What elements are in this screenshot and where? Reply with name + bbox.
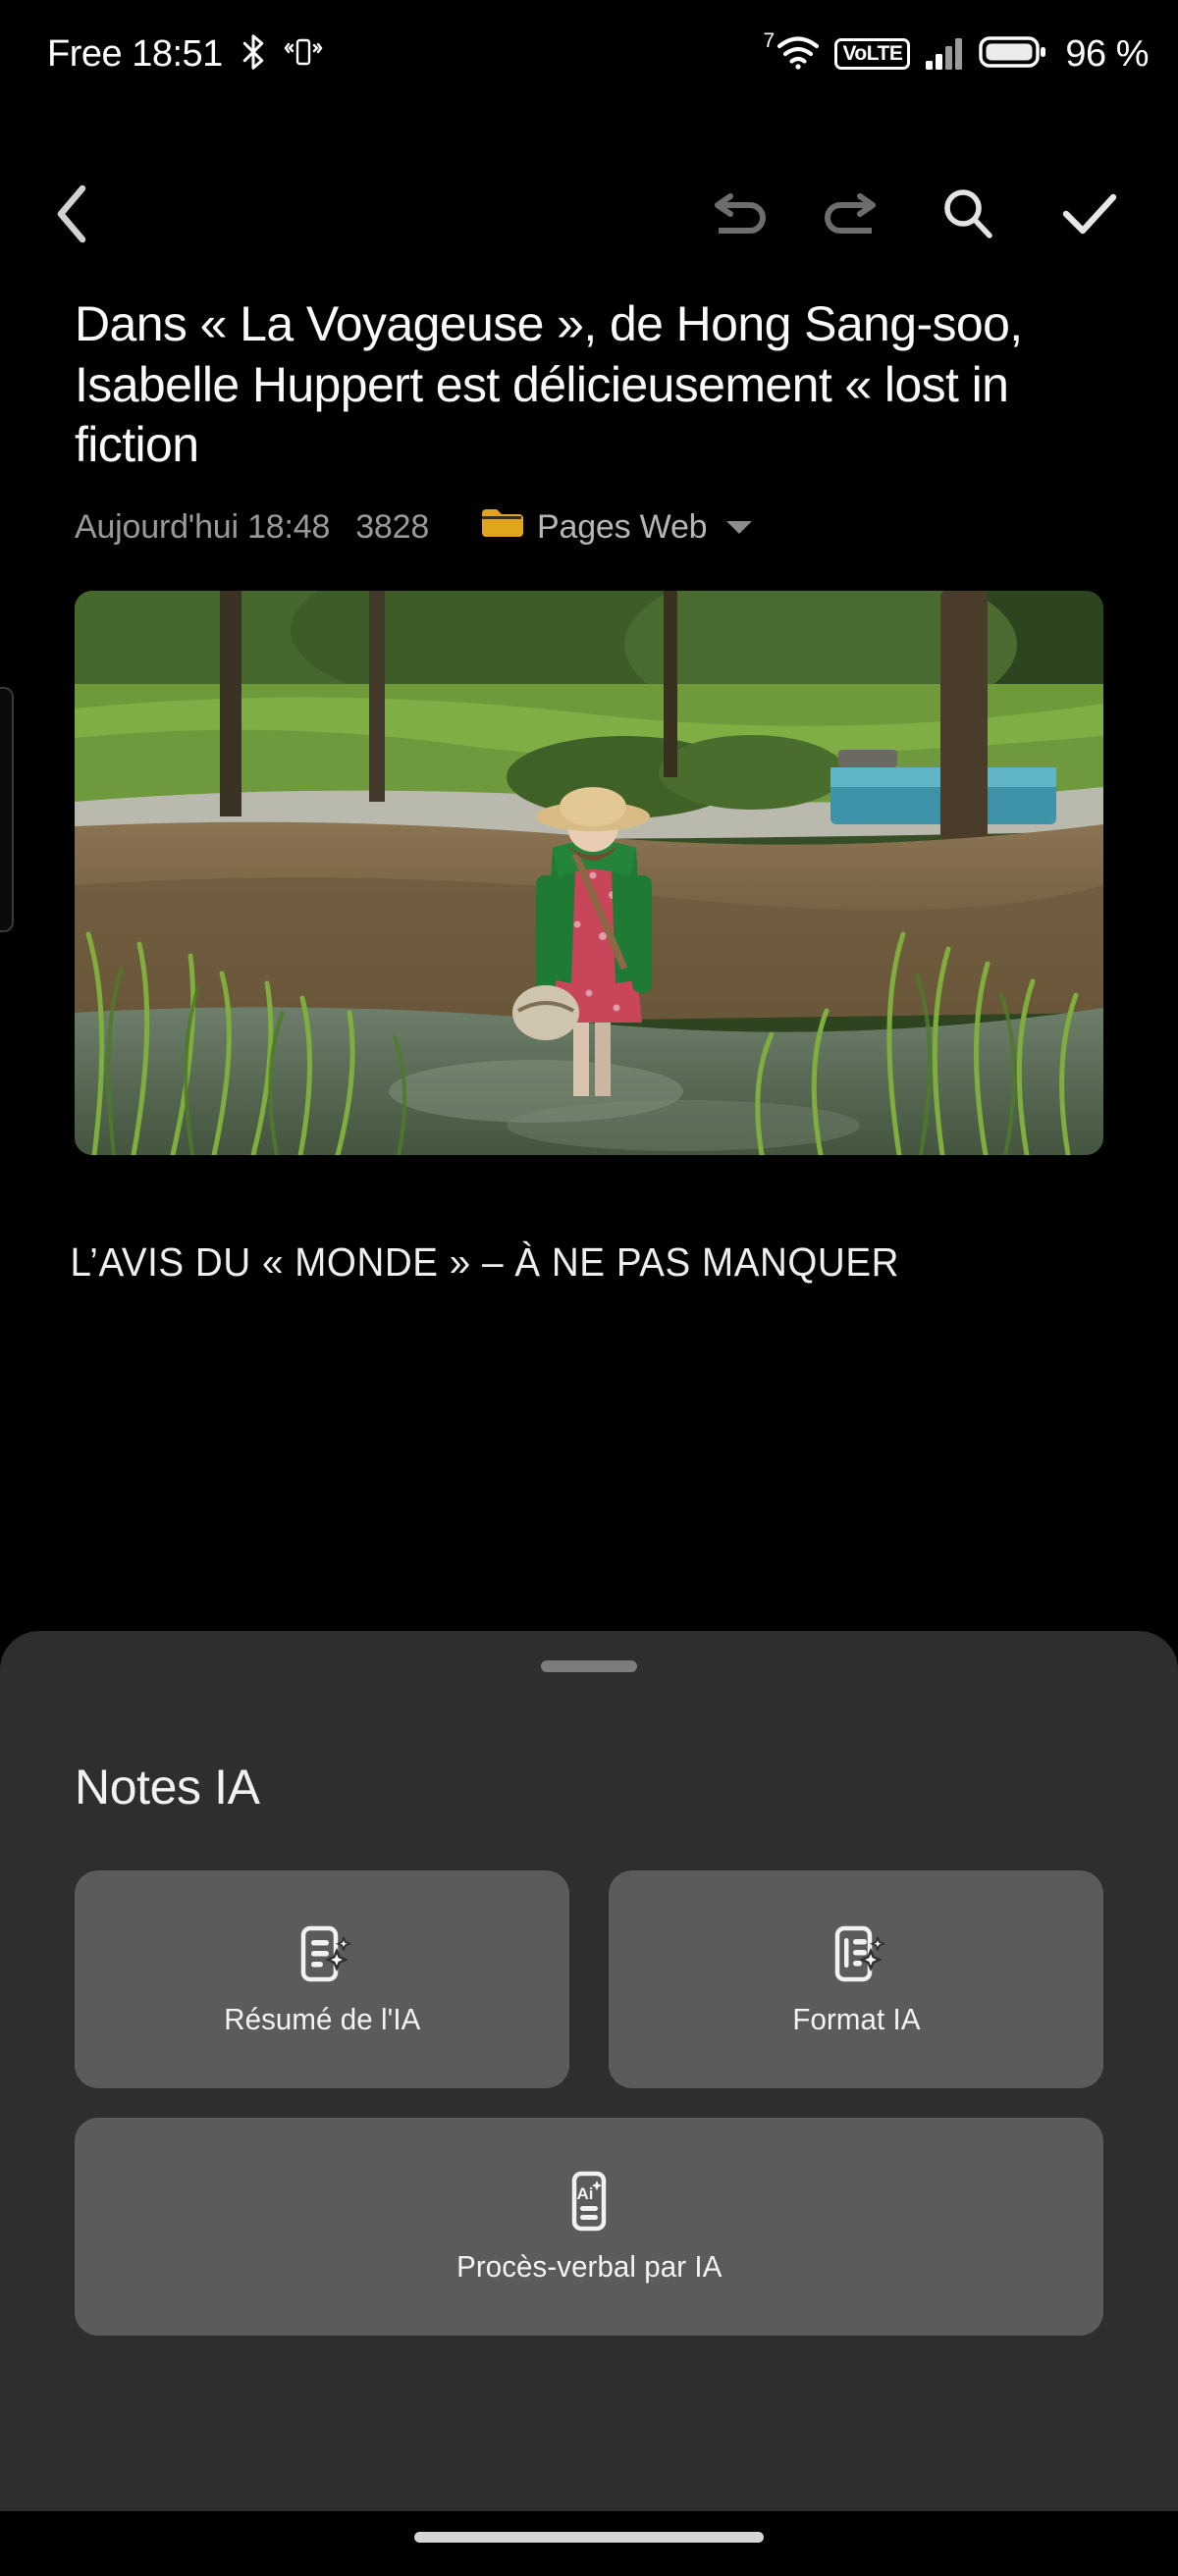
status-bar: Free 18:51 7 VoLTE 96 % <box>0 0 1178 108</box>
note-date: Aujourd'hui 18:48 <box>75 507 331 546</box>
status-bar-left: Free 18:51 <box>47 32 323 77</box>
volte-badge: VoLTE <box>834 38 911 70</box>
ai-summary-label: Résumé de l'IA <box>223 2002 421 2036</box>
note-folder-name: Pages Web <box>537 507 708 546</box>
undo-icon <box>710 188 771 244</box>
ai-action-grid: Résumé de l'IA Format IA Ai Procès-verba… <box>0 1870 1178 2336</box>
drag-handle[interactable] <box>541 1660 637 1672</box>
ai-minutes-icon: Ai <box>557 2169 621 2234</box>
note-metadata: Aujourd'hui 18:48 3828 Pages Web <box>0 505 1178 550</box>
ai-format-icon <box>824 1921 888 1986</box>
svg-text:Ai: Ai <box>577 2184 594 2203</box>
redo-icon <box>820 188 881 244</box>
battery-icon <box>979 33 1047 76</box>
hero-image-illustration <box>75 590 1103 1155</box>
wifi-icon: 7 <box>763 30 821 75</box>
undo-button[interactable] <box>693 170 787 264</box>
confirm-button[interactable] <box>1043 170 1137 264</box>
search-button[interactable] <box>921 170 1015 264</box>
vibrate-icon <box>284 33 323 76</box>
back-button[interactable] <box>26 170 120 264</box>
sheet-title: Notes IA <box>75 1760 260 1814</box>
note-title: Dans « La Voyageuse », de Hong Sang-soo,… <box>75 296 1023 472</box>
ai-minutes-label: Procès-verbal par IA <box>455 2249 723 2284</box>
wifi-generation-label: 7 <box>763 28 776 52</box>
folder-icon <box>480 505 524 550</box>
cellular-signal-icon <box>924 33 965 76</box>
system-navigation-bar <box>0 2511 1178 2576</box>
note-hero-image[interactable] <box>75 590 1103 1155</box>
ai-summary-button[interactable]: Résumé de l'IA <box>75 1870 569 2088</box>
ai-action-row-2: Ai Procès-verbal par IA <box>75 2118 1103 2336</box>
bluetooth-icon <box>239 32 268 77</box>
home-gesture-pill[interactable] <box>414 2532 764 2543</box>
search-icon <box>939 185 996 247</box>
editor-toolbar <box>0 165 1178 268</box>
note-word-count: 3828 <box>355 507 430 546</box>
ai-minutes-button[interactable]: Ai Procès-verbal par IA <box>75 2118 1103 2336</box>
note-content: Dans « La Voyageuse », de Hong Sang-soo,… <box>0 294 1178 1290</box>
ai-notes-sheet: Notes IA Résumé de l'IA Format IA Ai Pro… <box>0 1631 1178 2512</box>
phone-screen: Free 18:51 7 VoLTE 96 % Dans « La Voyage… <box>0 0 1178 2576</box>
note-body-paragraph: L’AVIS DU « MONDE » – À NE PAS MANQUER <box>70 1238 900 1285</box>
battery-percent-label: 96 % <box>1065 32 1149 75</box>
carrier-and-clock: Free 18:51 <box>47 32 223 75</box>
chevron-down-icon <box>726 520 753 534</box>
ai-summary-icon <box>290 1921 354 1986</box>
back-chevron-icon <box>50 184 95 249</box>
checkmark-icon <box>1059 188 1120 244</box>
ai-format-button[interactable]: Format IA <box>609 1870 1103 2088</box>
redo-button[interactable] <box>803 170 897 264</box>
ai-format-label: Format IA <box>791 2002 921 2036</box>
ai-action-row-1: Résumé de l'IA Format IA <box>75 1870 1103 2088</box>
note-folder-selector[interactable]: Pages Web <box>480 505 753 550</box>
status-bar-right: 7 VoLTE 96 % <box>763 30 1149 76</box>
